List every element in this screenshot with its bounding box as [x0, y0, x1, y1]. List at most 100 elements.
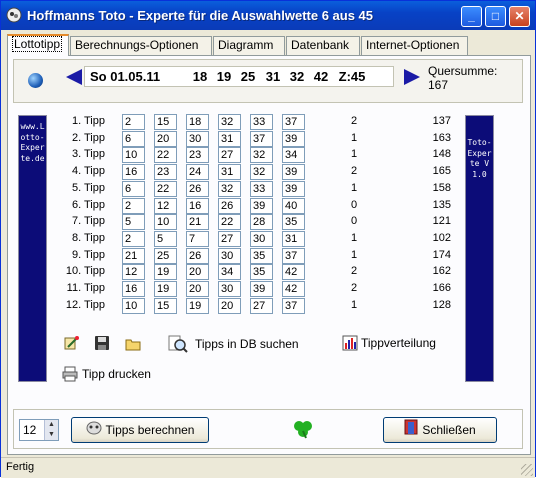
stepper-down-icon[interactable]: ▼	[45, 430, 58, 440]
printer-icon[interactable]	[62, 366, 78, 382]
tipp-number-field[interactable]: 39	[282, 181, 305, 197]
tipp-number-field[interactable]: 7	[186, 231, 209, 247]
tipp-number-field[interactable]: 10	[154, 214, 177, 230]
tab-berechnungs-optionen[interactable]: Berechnungs-Optionen	[70, 36, 212, 55]
tipp-number-field[interactable]: 20	[218, 298, 241, 314]
calculate-button[interactable]: Tipps berechnen	[71, 417, 209, 443]
tipp-number-field[interactable]: 35	[282, 214, 305, 230]
tab-lottotipp[interactable]: Lottotipp	[7, 34, 69, 56]
tipp-number-field[interactable]: 18	[186, 114, 209, 130]
tipp-number-field[interactable]: 5	[154, 231, 177, 247]
tipp-number-field[interactable]: 19	[186, 298, 209, 314]
tipp-number-field[interactable]: 12	[154, 198, 177, 214]
tipp-number-field[interactable]: 37	[250, 131, 273, 147]
tipp-number-field[interactable]: 20	[186, 281, 209, 297]
tipp-number-field[interactable]: 39	[282, 164, 305, 180]
maximize-button[interactable]: □	[485, 6, 506, 27]
minimize-button[interactable]: _	[461, 6, 482, 27]
tipp-number-field[interactable]: 2	[122, 114, 145, 130]
tipp-number-field[interactable]: 16	[122, 281, 145, 297]
tipp-number-field[interactable]: 15	[154, 298, 177, 314]
tipp-number-field[interactable]: 2	[122, 198, 145, 214]
tipp-number-field[interactable]: 10	[122, 147, 145, 163]
tipp-number-field[interactable]: 23	[186, 147, 209, 163]
distribution-button[interactable]: Tippverteilung	[361, 336, 436, 350]
tipp-number-field[interactable]: 27	[250, 298, 273, 314]
tipp-number-field[interactable]: 22	[218, 214, 241, 230]
tipp-number-field[interactable]: 39	[282, 131, 305, 147]
tipp-number-field[interactable]: 20	[186, 264, 209, 280]
resize-grip[interactable]	[521, 464, 533, 476]
tipp-number-field[interactable]: 10	[122, 298, 145, 314]
print-button[interactable]: Tipp drucken	[82, 367, 151, 381]
tipp-number-field[interactable]: 31	[218, 131, 241, 147]
tipp-number-field[interactable]: 26	[186, 248, 209, 264]
tipp-count-stepper[interactable]: 12 ▲ ▼	[19, 419, 59, 441]
tipp-number-field[interactable]: 22	[154, 181, 177, 197]
tipp-number-field[interactable]: 2	[122, 231, 145, 247]
tipp-number-field[interactable]: 34	[218, 264, 241, 280]
tipp-number-field[interactable]: 35	[250, 264, 273, 280]
tipp-number-field[interactable]: 33	[250, 114, 273, 130]
tipp-number-field[interactable]: 16	[122, 164, 145, 180]
tipp-number-field[interactable]: 30	[218, 248, 241, 264]
tipp-number-field[interactable]: 21	[122, 248, 145, 264]
tipp-number-field[interactable]: 27	[218, 231, 241, 247]
tab-diagramm[interactable]: Diagramm	[213, 36, 285, 55]
tipp-number-field[interactable]: 32	[250, 164, 273, 180]
stepper-up-icon[interactable]: ▲	[45, 420, 58, 430]
tipp-number-field[interactable]: 23	[154, 164, 177, 180]
tipp-number-field[interactable]: 22	[154, 147, 177, 163]
tipp-number-field[interactable]: 12	[122, 264, 145, 280]
tipp-number-field[interactable]: 19	[154, 281, 177, 297]
tab-datenbank[interactable]: Datenbank	[286, 36, 360, 55]
tipp-number-field[interactable]: 34	[282, 147, 305, 163]
tipp-number-field[interactable]: 37	[282, 114, 305, 130]
tipp-number-field[interactable]: 37	[282, 248, 305, 264]
tipp-number-field[interactable]: 35	[250, 248, 273, 264]
tipp-number-field[interactable]: 6	[122, 131, 145, 147]
tipp-number-field[interactable]: 39	[250, 198, 273, 214]
tipp-number-field[interactable]: 26	[218, 198, 241, 214]
tipp-number-field[interactable]: 30	[250, 231, 273, 247]
chart-icon[interactable]	[342, 335, 358, 351]
tipp-number-field[interactable]: 19	[154, 264, 177, 280]
tipp-number-field[interactable]: 40	[282, 198, 305, 214]
tipp-number-field[interactable]: 25	[154, 248, 177, 264]
tipp-number-field[interactable]: 32	[218, 114, 241, 130]
tipp-number-field[interactable]: 28	[250, 214, 273, 230]
globe-icon[interactable]	[28, 73, 43, 88]
title-bar[interactable]: Hoffmanns Toto - Experte für die Auswahl…	[1, 1, 535, 30]
tipp-number-field[interactable]: 32	[250, 147, 273, 163]
next-arrow-icon[interactable]	[404, 69, 420, 85]
tipp-count-value[interactable]: 12	[23, 423, 36, 437]
tipp-number-field[interactable]: 39	[250, 281, 273, 297]
tab-internet-optionen[interactable]: Internet-Optionen	[361, 36, 468, 55]
tipp-number-field[interactable]: 42	[282, 281, 305, 297]
tipp-number-field[interactable]: 5	[122, 214, 145, 230]
tipp-number-field[interactable]: 26	[186, 181, 209, 197]
prev-arrow-icon[interactable]	[66, 69, 82, 85]
save-icon[interactable]	[94, 335, 110, 351]
tipp-number-field[interactable]: 37	[282, 298, 305, 314]
tipp-number-field[interactable]: 31	[218, 164, 241, 180]
tipp-number-field[interactable]: 27	[218, 147, 241, 163]
open-folder-icon[interactable]	[125, 336, 141, 352]
tipp-number-field[interactable]: 30	[218, 281, 241, 297]
tipp-number-field[interactable]: 24	[186, 164, 209, 180]
tipp-number-field[interactable]: 21	[186, 214, 209, 230]
tipp-number-field[interactable]: 42	[282, 264, 305, 280]
tipp-number-field[interactable]: 15	[154, 114, 177, 130]
tipp-number-field[interactable]: 32	[218, 181, 241, 197]
close-program-button[interactable]: Schließen	[383, 417, 497, 443]
search-db-button[interactable]: Tipps in DB suchen	[195, 337, 299, 351]
tipp-number-field[interactable]: 16	[186, 198, 209, 214]
search-icon[interactable]	[168, 334, 188, 354]
tipp-number-field[interactable]: 30	[186, 131, 209, 147]
tipp-number-field[interactable]: 31	[282, 231, 305, 247]
tipp-number-field[interactable]: 20	[154, 131, 177, 147]
tipp-number-field[interactable]: 33	[250, 181, 273, 197]
close-button[interactable]: ✕	[509, 6, 530, 27]
wand-icon[interactable]	[63, 335, 79, 351]
tipp-number-field[interactable]: 6	[122, 181, 145, 197]
